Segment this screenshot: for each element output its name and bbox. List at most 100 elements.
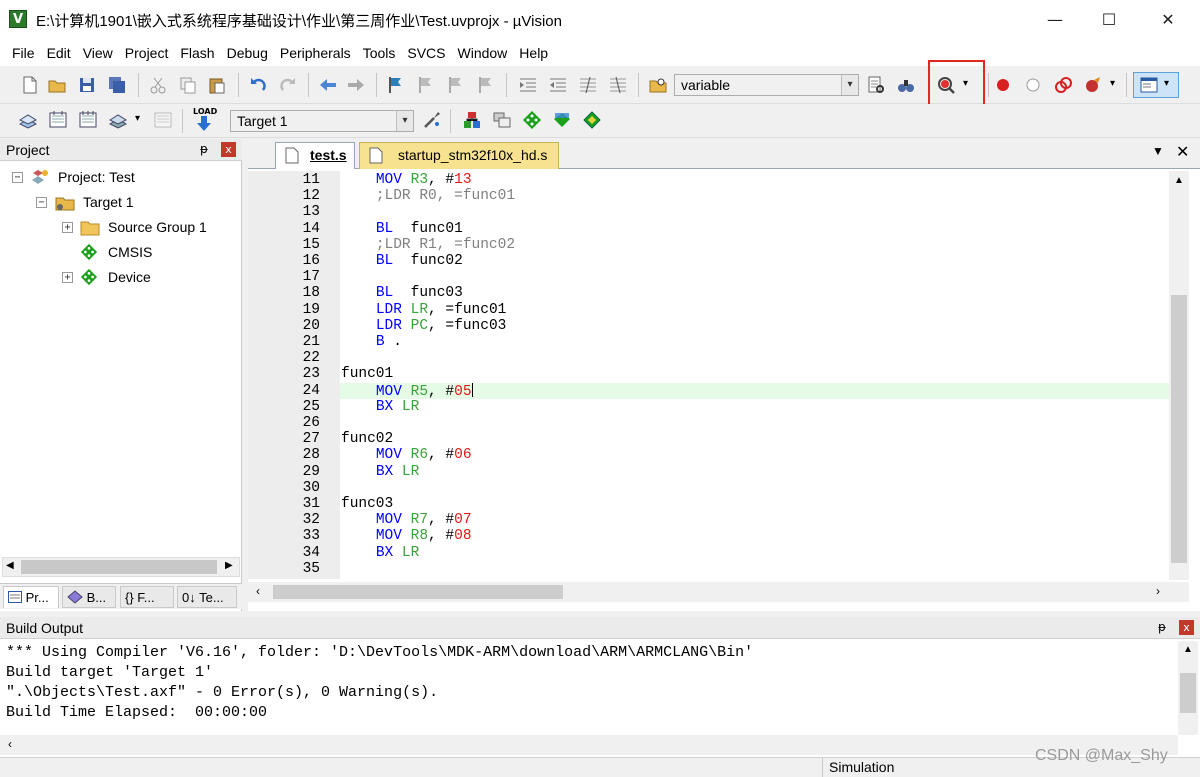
navigate-back-icon[interactable] [318,75,338,95]
editor-hscrollbar[interactable]: ‹ › [248,582,1189,602]
cut-icon[interactable] [148,75,168,95]
tab-templates[interactable]: 0↓ Te... [177,586,237,608]
code-area[interactable]: 11 MOV R3, #13 12 ;LDR R0, =func01 13 14 BL… [248,172,1169,580]
find-combo[interactable]: variable ▾ [674,74,859,96]
pin-icon[interactable]: ᵽ [1158,620,1166,634]
menu-flash[interactable]: Flash [174,40,220,66]
download-load-button[interactable]: LOAD [191,107,217,133]
scroll-left-icon[interactable]: ‹ [256,584,260,598]
new-file-icon[interactable] [20,75,40,95]
bookmark-icon[interactable] [386,75,406,95]
collapse-icon[interactable]: − [12,172,23,183]
expand-icon[interactable]: + [62,272,73,283]
code-line[interactable]: 18 BL func03 [248,285,1178,301]
editor-hscroll-thumb[interactable] [273,585,563,599]
insert-breakpoint-icon[interactable] [993,75,1013,95]
window-layout-button[interactable]: ▾ [1133,72,1179,98]
menu-help[interactable]: Help [513,40,554,66]
scroll-left-icon[interactable]: ‹ [8,737,12,751]
code-line[interactable]: 26 [248,415,1178,431]
project-hscrollbar[interactable]: ◀ ▶ [2,557,240,577]
tab-functions[interactable]: {} F... [120,586,174,608]
code-line[interactable]: 14 BL func01 [248,221,1178,237]
build-output-close-button[interactable]: x [1179,620,1194,635]
code-line[interactable]: 16 BL func02 [248,253,1178,269]
start-debug-session-icon[interactable] [936,75,956,95]
pack-installer-icon[interactable] [552,110,572,130]
code-line[interactable]: 13 [248,204,1178,220]
scroll-up-icon[interactable]: ▲ [1183,644,1193,655]
code-line[interactable]: 25 BX LR [248,399,1178,415]
manage-project-items-icon[interactable] [462,110,482,130]
scroll-up-icon[interactable]: ▲ [1174,175,1184,186]
stop-build-icon[interactable] [153,110,173,130]
tab-test-s[interactable]: test.s [275,142,355,169]
chevron-down-icon[interactable]: ▾ [841,75,858,95]
breakpoint-dropdown-chevron-icon[interactable]: ▾ [1110,78,1115,89]
code-line[interactable]: 19 LDR LR, =func01 [248,302,1178,318]
menu-edit[interactable]: Edit [41,40,77,66]
select-packs-icon[interactable] [492,110,512,130]
expand-icon[interactable]: + [62,222,73,233]
paste-icon[interactable] [207,75,227,95]
scroll-left-icon[interactable]: ◀ [6,560,14,571]
scroll-right-icon[interactable]: › [1156,584,1160,598]
build-output-hscrollbar[interactable]: ‹ [0,735,1178,755]
code-line[interactable]: 15 ;LDR R1, =func02 [248,237,1178,253]
code-line[interactable]: 35 [248,561,1178,577]
debug-dropdown-chevron-icon[interactable]: ▾ [963,78,968,89]
rebuild-icon[interactable] [78,110,98,130]
code-line[interactable]: 31 func03 [248,496,1178,512]
code-line[interactable]: 20 LDR PC, =func03 [248,318,1178,334]
find-in-files-icon[interactable] [648,75,668,95]
unindent-icon[interactable] [548,75,568,95]
code-line[interactable]: 32 MOV R7, #07 [248,512,1178,528]
menu-tools[interactable]: Tools [357,40,402,66]
build-icon[interactable] [48,110,68,130]
menu-window[interactable]: Window [452,40,514,66]
code-line[interactable]: 21 B . [248,334,1178,350]
code-line[interactable]: 24 MOV R5, #05 [303,382,1169,400]
menu-svcs[interactable]: SVCS [401,40,451,66]
navigate-forward-icon[interactable] [346,75,366,95]
menu-file[interactable]: File [6,40,41,66]
uncomment-icon[interactable] [608,75,628,95]
code-line[interactable]: 27 func02 [248,431,1178,447]
software-packs-icon[interactable] [582,110,602,130]
editor-vscroll-thumb[interactable] [1171,295,1187,563]
tab-project[interactable]: Pr... [3,586,59,608]
save-icon[interactable] [77,75,97,95]
menu-debug[interactable]: Debug [221,40,274,66]
code-line[interactable]: 34 BX LR [248,545,1178,561]
menu-view[interactable]: View [77,40,119,66]
minimize-button[interactable]: — [1032,6,1078,34]
indent-icon[interactable] [518,75,538,95]
undo-icon[interactable] [248,75,268,95]
clear-bookmarks-icon[interactable] [476,75,496,95]
manage-run-time-environment-icon[interactable] [522,110,542,130]
editor-vscrollbar[interactable]: ▲ [1169,171,1189,580]
batch-build-icon[interactable] [108,110,128,130]
code-line[interactable]: 28 MOV R6, #06 [248,447,1178,463]
target-chevron-down-icon[interactable]: ▾ [396,111,413,131]
collapse-icon[interactable]: − [36,197,47,208]
project-panel-close-button[interactable]: x [221,142,236,157]
scroll-right-icon[interactable]: ▶ [225,560,233,571]
save-all-icon[interactable] [107,75,127,95]
next-bookmark-icon[interactable] [446,75,466,95]
prev-bookmark-icon[interactable] [416,75,436,95]
copy-icon[interactable] [178,75,198,95]
redo-icon[interactable] [278,75,298,95]
translate-icon[interactable] [18,110,38,130]
menu-peripherals[interactable]: Peripherals [274,40,357,66]
code-line[interactable]: 17 [248,269,1178,285]
project-hscroll-thumb[interactable] [21,560,217,574]
options-for-target-icon[interactable] [422,110,442,130]
enable-breakpoint-icon[interactable] [1023,75,1043,95]
code-line[interactable]: 29 BX LR [248,464,1178,480]
tab-startup-file[interactable]: startup_stm32f10x_hd.s [359,142,559,169]
disable-all-breakpoints-icon[interactable] [1053,75,1073,95]
tab-books[interactable]: B... [62,586,116,608]
menu-project[interactable]: Project [119,40,175,66]
find-binoculars-icon[interactable] [896,75,916,95]
